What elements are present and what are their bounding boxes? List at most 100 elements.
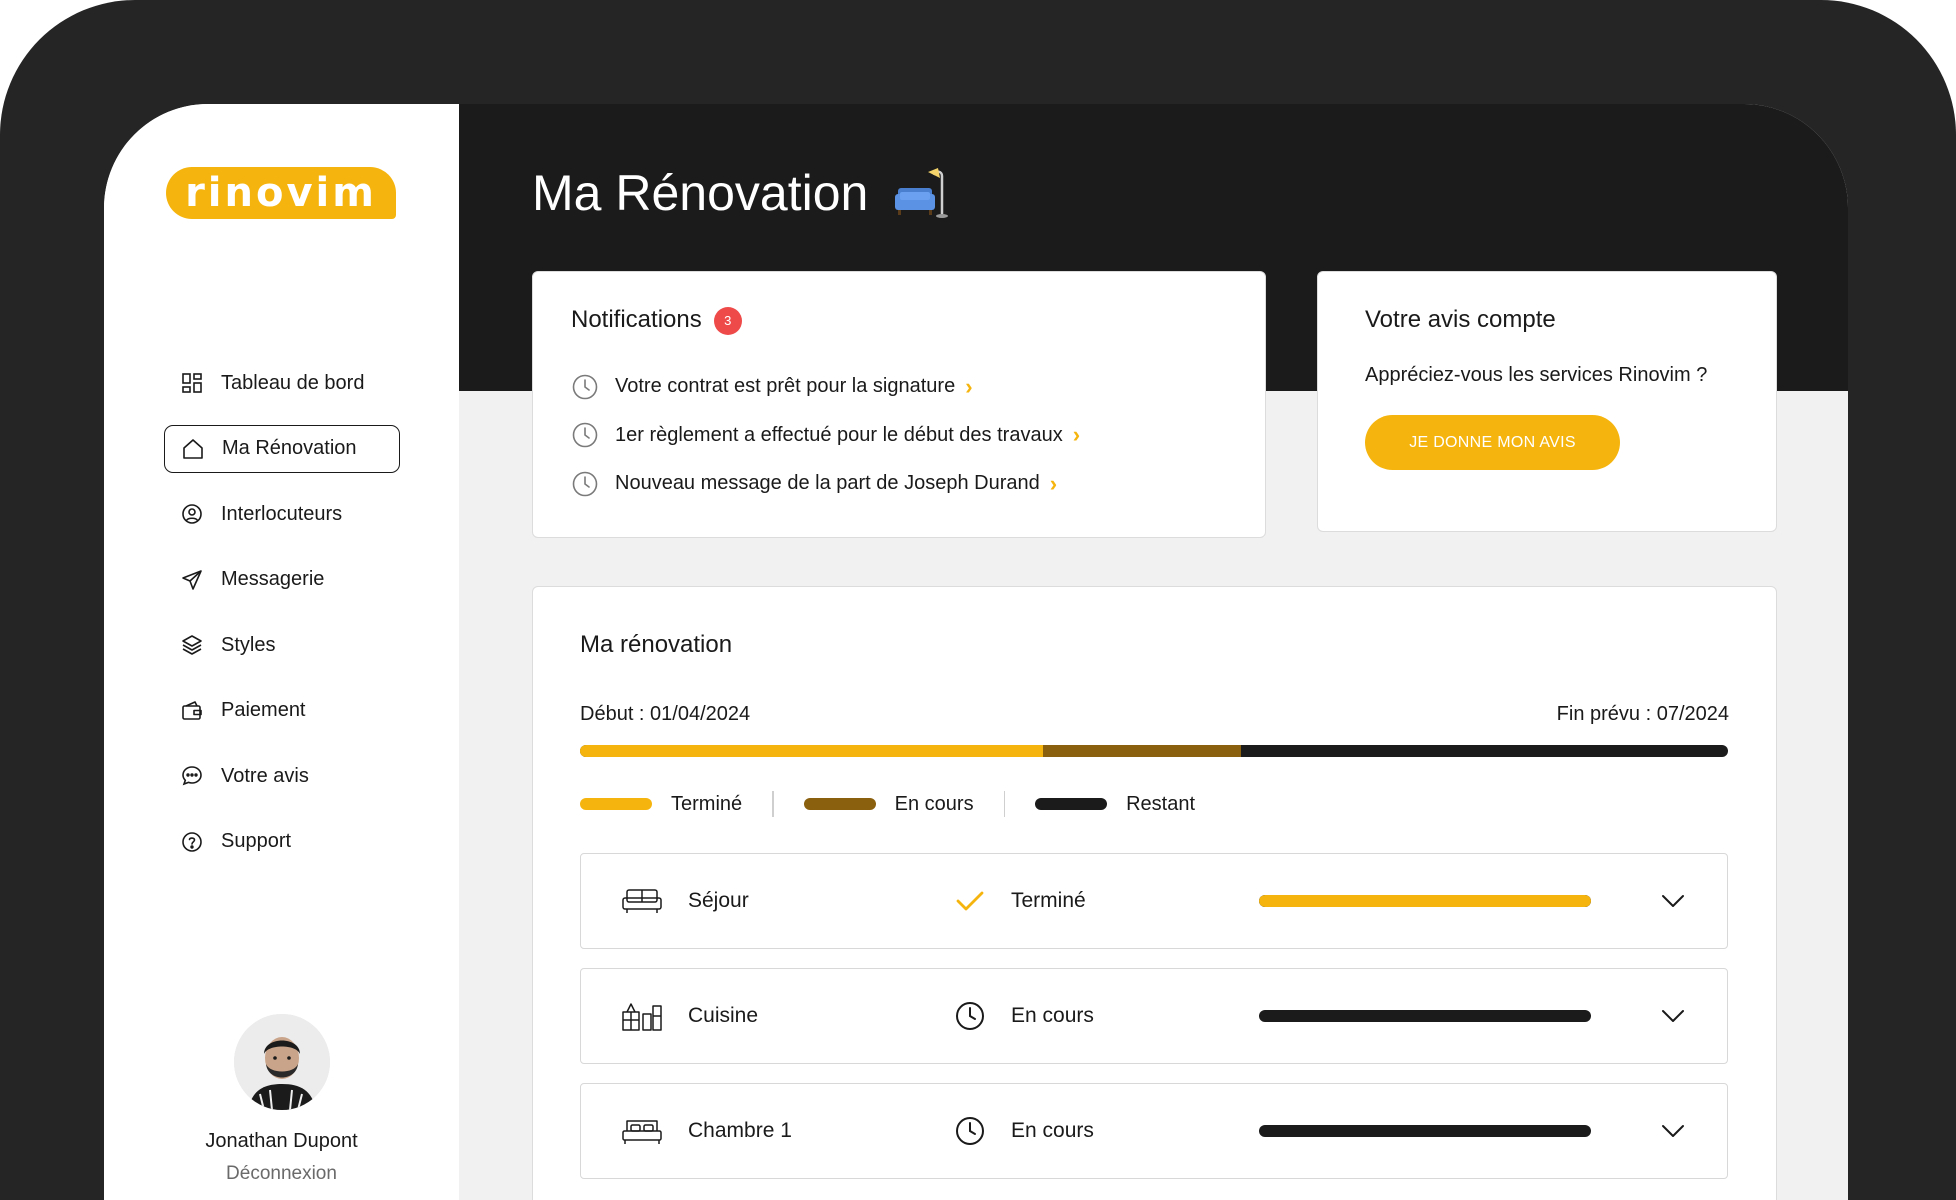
sidebar-nav: Tableau de bord Ma Rénovation Interlocut… bbox=[164, 359, 400, 883]
legend-divider bbox=[772, 791, 774, 817]
help-icon bbox=[180, 830, 204, 854]
room-row-sejour[interactable]: Séjour Terminé bbox=[580, 853, 1728, 949]
sidebar-item-label: Tableau de bord bbox=[221, 371, 365, 394]
sidebar-item-label: Styles bbox=[221, 633, 276, 656]
clock-icon bbox=[956, 1002, 984, 1030]
wallet-icon bbox=[180, 699, 204, 723]
renovation-title: Ma rénovation bbox=[580, 631, 733, 658]
sidebar-item-label: Support bbox=[221, 830, 292, 852]
clock-icon bbox=[572, 374, 598, 400]
notification-item[interactable]: Votre contrat est prêt pour la signature… bbox=[571, 363, 1227, 412]
rinovim-logo[interactable]: rinovim bbox=[166, 167, 396, 219]
notification-text: 1er règlement a effectué pour le début d… bbox=[615, 423, 1063, 446]
sidebar: rinovim Tableau de bord Ma Rénovation In… bbox=[104, 104, 459, 1200]
sidebar-item-ma-renovation[interactable]: Ma Rénovation bbox=[164, 424, 400, 473]
give-review-button[interactable]: JE DONNE MON AVIS bbox=[1365, 415, 1620, 470]
notification-item[interactable]: 1er règlement a effectué pour le début d… bbox=[571, 411, 1227, 460]
room-name: Chambre 1 bbox=[688, 1119, 792, 1142]
room-progress-bar bbox=[1259, 1010, 1591, 1022]
chevron-down-icon[interactable] bbox=[1659, 887, 1687, 915]
notifications-card: Notifications 3 Votre contrat est prêt po… bbox=[532, 271, 1266, 538]
chevron-down-icon[interactable] bbox=[1659, 1002, 1687, 1030]
sidebar-item-label: Paiement bbox=[221, 699, 306, 721]
sofa-icon bbox=[622, 889, 662, 913]
chevron-right-icon: › bbox=[1049, 470, 1058, 496]
notification-text: Votre contrat est prêt pour la signature bbox=[615, 375, 956, 398]
renovation-card: Ma rénovation Début : 01/04/2024 Fin pré… bbox=[532, 586, 1777, 1200]
sofa-lamp-icon bbox=[894, 166, 952, 220]
chat-icon bbox=[180, 764, 204, 788]
legend-swatch bbox=[580, 798, 652, 810]
room-row-cuisine[interactable]: Cuisine En cours bbox=[580, 968, 1728, 1064]
sidebar-item-paiement[interactable]: Paiement bbox=[164, 687, 400, 735]
review-card: Votre avis compte Appréciez-vous les ser… bbox=[1317, 271, 1777, 532]
sidebar-item-label: Ma Rénovation bbox=[222, 437, 357, 459]
user-name: Jonathan Dupont bbox=[205, 1130, 358, 1152]
legend-label: Restant bbox=[1126, 792, 1196, 815]
logout-link[interactable]: Déconnexion bbox=[104, 1163, 459, 1185]
progress-segment-in-progress bbox=[1042, 745, 1242, 757]
progress-segment-done bbox=[580, 745, 1043, 757]
notification-list: Votre contrat est prêt pour la signature… bbox=[571, 363, 1227, 509]
progress-legend: Terminé En cours Restant bbox=[580, 791, 1729, 817]
chevron-right-icon: › bbox=[1072, 422, 1081, 448]
layers-icon bbox=[180, 633, 204, 657]
sidebar-item-interlocuteurs[interactable]: Interlocuteurs bbox=[164, 490, 400, 538]
room-status: En cours bbox=[1011, 1119, 1094, 1142]
clock-icon bbox=[956, 1117, 984, 1145]
sidebar-item-styles[interactable]: Styles bbox=[164, 621, 400, 669]
room-list: Séjour Terminé Cuisine En cours Chambre … bbox=[580, 853, 1729, 1179]
home-icon bbox=[181, 437, 205, 461]
clock-icon bbox=[572, 423, 598, 448]
review-title: Votre avis compte bbox=[1365, 306, 1556, 333]
app-screen: rinovim Tableau de bord Ma Rénovation In… bbox=[104, 104, 1848, 1200]
sidebar-item-votre-avis[interactable]: Votre avis bbox=[164, 752, 400, 800]
send-icon bbox=[180, 568, 204, 592]
legend-swatch bbox=[1035, 798, 1108, 810]
sidebar-item-messagerie[interactable]: Messagerie bbox=[164, 556, 400, 604]
review-question: Appréciez-vous les services Rinovim ? bbox=[1365, 364, 1708, 386]
legend-item-remaining: Restant bbox=[1035, 793, 1195, 816]
avatar[interactable] bbox=[233, 1014, 330, 1110]
page-title-text: Ma Rénovation bbox=[532, 165, 869, 221]
sidebar-item-label: Votre avis bbox=[221, 764, 309, 787]
notification-item[interactable]: Nouveau message de la part de Joseph Dur… bbox=[571, 460, 1227, 509]
notification-text: Nouveau message de la part de Joseph Dur… bbox=[615, 472, 1040, 495]
contact-icon bbox=[180, 502, 204, 526]
notification-count-badge: 3 bbox=[713, 306, 742, 335]
page-title: Ma Rénovation bbox=[532, 164, 952, 222]
legend-item-in-progress: En cours bbox=[803, 792, 974, 816]
dashboard-icon bbox=[180, 371, 204, 395]
bed-icon bbox=[622, 1120, 662, 1144]
room-progress-fill bbox=[1259, 895, 1591, 907]
sidebar-item-tableau-de-bord[interactable]: Tableau de bord bbox=[164, 359, 400, 407]
user-profile: Jonathan Dupont Déconnexion bbox=[104, 1014, 459, 1185]
room-status: En cours bbox=[1011, 1004, 1094, 1027]
end-date: Fin prévu : 07/2024 bbox=[1556, 703, 1729, 725]
check-icon bbox=[956, 891, 984, 911]
legend-label: En cours bbox=[894, 792, 974, 815]
notifications-title-text: Notifications bbox=[571, 306, 702, 333]
room-progress-bar bbox=[1259, 1125, 1591, 1137]
room-name: Séjour bbox=[688, 889, 749, 912]
sidebar-item-support[interactable]: Support bbox=[164, 818, 400, 866]
clock-icon bbox=[572, 471, 598, 497]
legend-divider bbox=[1003, 791, 1006, 817]
sidebar-item-label: Interlocuteurs bbox=[221, 502, 343, 525]
legend-label: Terminé bbox=[671, 792, 743, 815]
room-row-chambre-1[interactable]: Chambre 1 En cours bbox=[580, 1083, 1728, 1179]
kitchen-icon bbox=[622, 1003, 662, 1031]
legend-swatch bbox=[803, 798, 876, 810]
room-name: Cuisine bbox=[688, 1004, 759, 1027]
notifications-title: Notifications 3 bbox=[571, 306, 1227, 335]
renovation-dates: Début : 01/04/2024 Fin prévu : 07/2024 bbox=[580, 703, 1729, 726]
room-status: Terminé bbox=[1011, 889, 1086, 912]
device-frame: rinovim Tableau de bord Ma Rénovation In… bbox=[0, 0, 1956, 1200]
room-progress-bar bbox=[1259, 895, 1591, 907]
chevron-right-icon: › bbox=[965, 373, 973, 399]
chevron-down-icon[interactable] bbox=[1659, 1117, 1687, 1145]
start-date: Début : 01/04/2024 bbox=[580, 703, 751, 725]
legend-item-done: Terminé bbox=[580, 793, 742, 816]
sidebar-item-label: Messagerie bbox=[221, 568, 325, 590]
overall-progress-bar bbox=[580, 745, 1728, 757]
